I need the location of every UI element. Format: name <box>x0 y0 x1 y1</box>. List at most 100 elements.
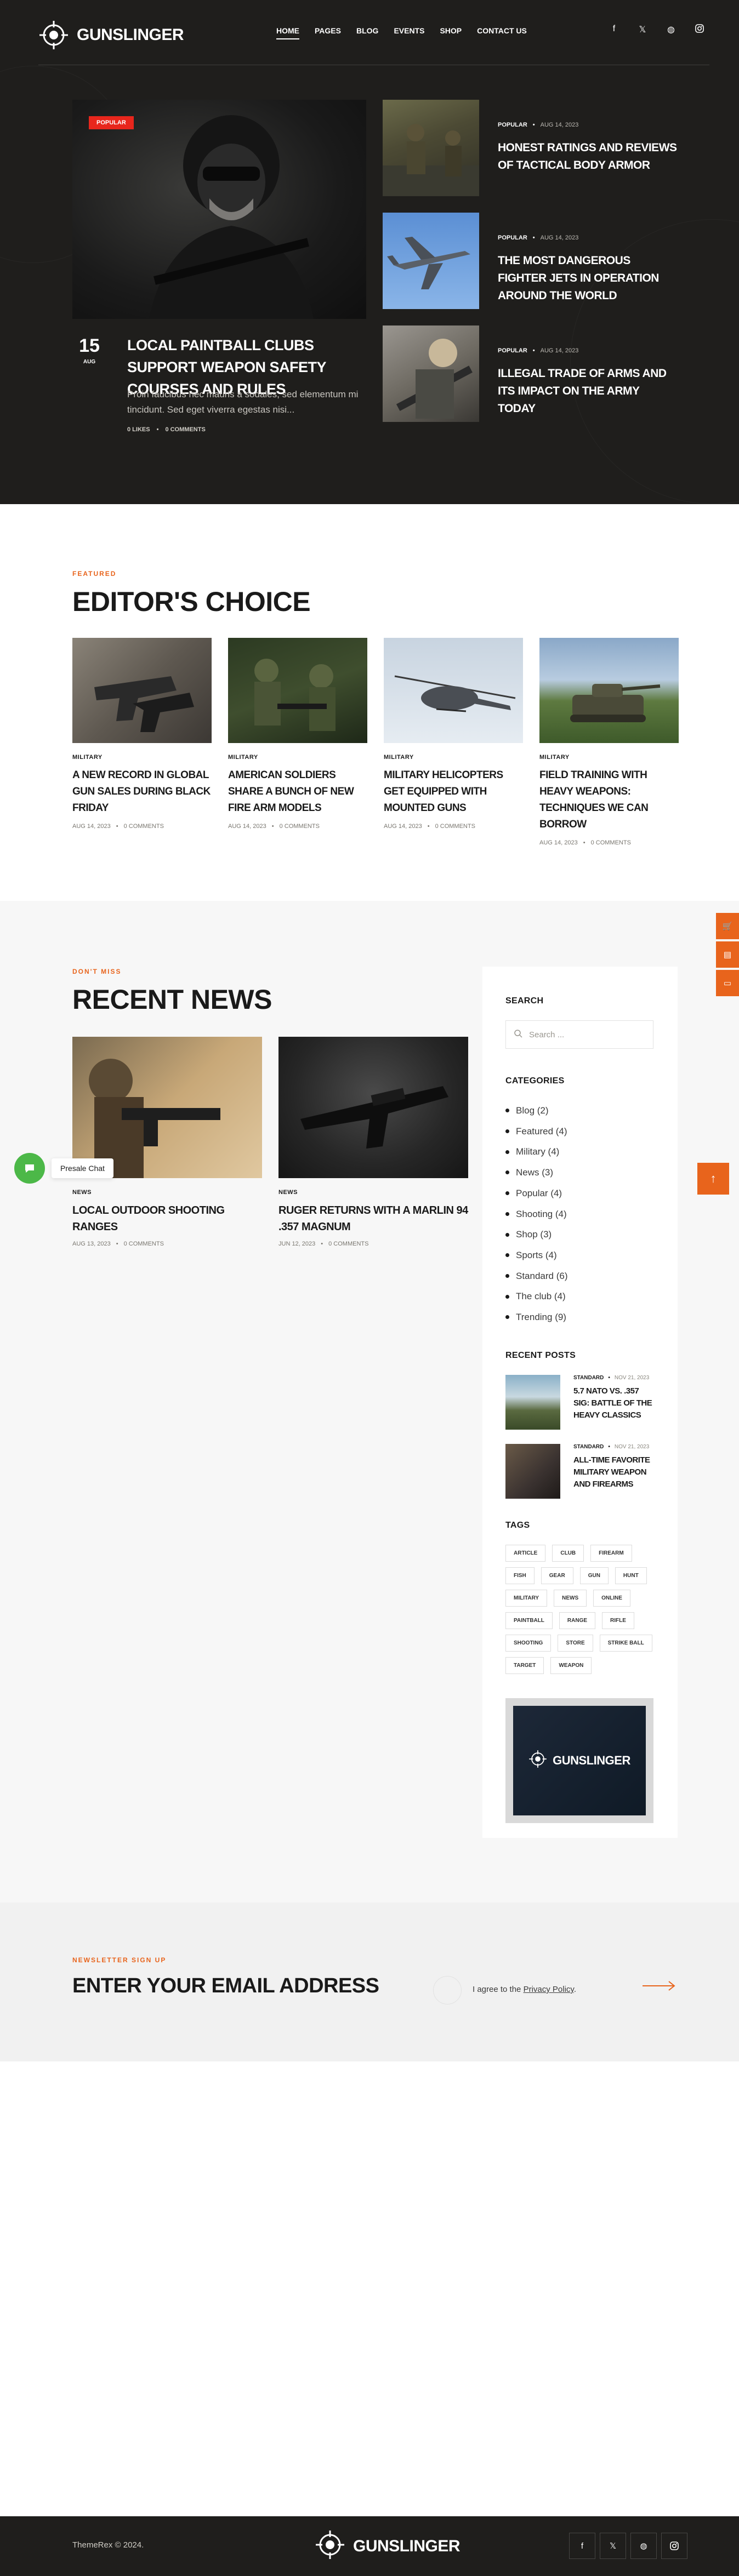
category-item[interactable]: Military (4) <box>505 1141 655 1162</box>
nav-blog[interactable]: BLOG <box>356 26 378 39</box>
side-post-title[interactable]: ILLEGAL TRADE OF ARMS AND ITS IMPACT ON … <box>498 365 679 418</box>
scroll-to-top-button[interactable]: ↑ <box>697 1163 729 1195</box>
post-category[interactable]: STANDARD <box>573 1444 604 1450</box>
side-post[interactable]: POPULAR • AUG 14, 2023 THE MOST DANGEROU… <box>383 213 679 309</box>
comments-count[interactable]: 0 COMMENTS <box>165 426 205 433</box>
post-card-image[interactable] <box>228 638 367 743</box>
post-card-title[interactable]: MILITARY HELICOPTERS GET EQUIPPED WITH M… <box>384 767 523 816</box>
comments-count[interactable]: 0 COMMENTS <box>280 823 320 830</box>
main-feature-post[interactable]: POPULAR 15 AUG LOCAL PAINTBALL CLUBS SUP… <box>72 100 366 433</box>
post-card[interactable]: MILITARY A NEW RECORD IN GLOBAL GUN SALE… <box>72 638 212 846</box>
post-category[interactable]: POPULAR <box>498 122 527 128</box>
likes-count[interactable]: 0 LIKES <box>127 426 150 433</box>
category-item[interactable]: Shop (3) <box>505 1224 655 1245</box>
post-card[interactable]: MILITARY FIELD TRAINING WITH HEAVY WEAPO… <box>539 638 679 846</box>
post-category[interactable]: POPULAR <box>498 235 527 241</box>
post-card[interactable]: NEWS LOCAL OUTDOOR SHOOTING RANGES AUG 1… <box>72 1037 262 1247</box>
search-input[interactable]: Search ... <box>505 1020 653 1049</box>
side-post-image[interactable] <box>383 213 479 309</box>
dribbble-icon[interactable]: ◍ <box>630 2533 657 2559</box>
post-category[interactable]: NEWS <box>278 1189 468 1196</box>
banner-image[interactable]: GUNSLINGER <box>513 1705 646 1815</box>
category-item[interactable]: Standard (6) <box>505 1266 655 1287</box>
side-post-image[interactable] <box>383 325 479 422</box>
tag-link[interactable]: CLUB <box>552 1544 584 1562</box>
category-item[interactable]: News (3) <box>505 1162 655 1183</box>
tag-link[interactable]: WEAPON <box>550 1657 592 1674</box>
tag-link[interactable]: STORE <box>558 1634 593 1652</box>
post-category[interactable]: MILITARY <box>228 754 367 761</box>
nav-events[interactable]: EVENTS <box>394 26 424 39</box>
post-category[interactable]: MILITARY <box>72 754 212 761</box>
site-logo[interactable]: GUNSLINGER <box>38 20 184 50</box>
recent-post-thumb[interactable] <box>505 1374 560 1430</box>
privacy-checkbox[interactable] <box>433 1976 462 2004</box>
category-item[interactable]: Popular (4) <box>505 1183 655 1204</box>
tag-link[interactable]: STRIKE BALL <box>599 1634 652 1652</box>
comments-count[interactable]: 0 COMMENTS <box>591 839 631 846</box>
comments-count[interactable]: 0 COMMENTS <box>328 1241 368 1247</box>
recent-post-thumb[interactable] <box>505 1443 560 1499</box>
category-item[interactable]: Featured (4) <box>505 1121 655 1142</box>
post-card-image[interactable] <box>539 638 679 743</box>
search-icon[interactable] <box>514 1029 522 1040</box>
facebook-icon[interactable]: f <box>609 24 619 36</box>
post-card[interactable]: MILITARY MILITARY HELICOPTERS GET EQUIPP… <box>384 638 523 846</box>
tag-link[interactable]: ONLINE <box>593 1589 630 1607</box>
post-card-image[interactable] <box>384 638 523 743</box>
newsletter-title[interactable]: ENTER YOUR EMAIL ADDRESS <box>72 1973 379 1999</box>
tag-link[interactable]: FISH <box>505 1567 535 1584</box>
tag-link[interactable]: ARTICLE <box>505 1544 546 1562</box>
instagram-icon[interactable] <box>661 2533 687 2559</box>
post-category[interactable]: MILITARY <box>539 754 679 761</box>
category-item[interactable]: Trending (9) <box>505 1307 655 1328</box>
post-card-title[interactable]: A NEW RECORD IN GLOBAL GUN SALES DURING … <box>72 767 212 816</box>
post-category[interactable]: STANDARD <box>573 1375 604 1381</box>
side-post-image[interactable] <box>383 100 479 196</box>
post-category[interactable]: POPULAR <box>498 347 527 354</box>
tag-link[interactable]: FIREARM <box>590 1544 632 1562</box>
privacy-policy-link[interactable]: Privacy Policy <box>524 1985 574 1994</box>
post-card-title[interactable]: LOCAL OUTDOOR SHOOTING RANGES <box>72 1202 262 1235</box>
chat-label[interactable]: Presale Chat <box>52 1158 113 1178</box>
chat-icon[interactable] <box>14 1153 45 1184</box>
comments-count[interactable]: 0 COMMENTS <box>435 823 475 830</box>
recent-post-title[interactable]: 5.7 NATO VS. .357 SIG: BATTLE OF THE HEA… <box>573 1385 655 1421</box>
tag-link[interactable]: RANGE <box>559 1612 596 1629</box>
tag-link[interactable]: SHOOTING <box>505 1634 552 1652</box>
recent-post-item[interactable]: STANDARD • NOV 21, 2023 ALL-TIME FAVORITE … <box>505 1443 655 1499</box>
tag-link[interactable]: MILITARY <box>505 1589 548 1607</box>
tag-link[interactable]: GUN <box>579 1567 609 1584</box>
nav-shop[interactable]: SHOP <box>440 26 462 39</box>
post-card-title[interactable]: RUGER RETURNS WITH A MARLIN 94 .357 MAGN… <box>278 1202 468 1235</box>
category-item[interactable]: Sports (4) <box>505 1245 655 1266</box>
post-card-image[interactable] <box>72 638 212 743</box>
post-card-image[interactable] <box>278 1037 468 1178</box>
post-card-title[interactable]: FIELD TRAINING WITH HEAVY WEAPONS: TECHN… <box>539 767 679 833</box>
category-item[interactable]: The club (4) <box>505 1286 655 1307</box>
nav-contact-us[interactable]: CONTACT US <box>477 26 527 39</box>
comments-count[interactable]: 0 COMMENTS <box>124 1241 164 1247</box>
post-category[interactable]: MILITARY <box>384 754 523 761</box>
side-post[interactable]: POPULAR • AUG 14, 2023 HONEST RATINGS AN… <box>383 100 679 196</box>
tag-link[interactable]: PAINTBALL <box>505 1612 553 1629</box>
tag-link[interactable]: TARGET <box>505 1657 544 1674</box>
popular-badge[interactable]: POPULAR <box>89 116 134 129</box>
cart-icon[interactable]: 🛒 <box>716 913 739 939</box>
post-card-title[interactable]: AMERICAN SOLDIERS SHARE A BUNCH OF NEW F… <box>228 767 367 816</box>
tag-link[interactable]: RIFLE <box>602 1612 634 1629</box>
tag-link[interactable]: HUNT <box>615 1567 647 1584</box>
post-card[interactable]: MILITARY AMERICAN SOLDIERS SHARE A BUNCH… <box>228 638 367 846</box>
tag-link[interactable]: NEWS <box>554 1589 587 1607</box>
category-item[interactable]: Blog (2) <box>505 1100 655 1121</box>
x-icon[interactable]: 𝕏 <box>600 2533 626 2559</box>
post-card[interactable]: NEWS RUGER RETURNS WITH A MARLIN 94 .357… <box>278 1037 468 1247</box>
nav-pages[interactable]: PAGES <box>315 26 341 39</box>
side-post-title[interactable]: THE MOST DANGEROUS FIGHTER JETS IN OPERA… <box>498 252 679 305</box>
post-category[interactable]: NEWS <box>72 1189 262 1196</box>
demo-icon[interactable]: ▤ <box>716 941 739 968</box>
dribbble-icon[interactable]: ◍ <box>666 24 677 36</box>
submit-arrow-icon[interactable] <box>643 1979 677 1992</box>
recent-post-title[interactable]: ALL-TIME FAVORITE MILITARY WEAPON AND FI… <box>573 1454 655 1490</box>
side-post[interactable]: POPULAR • AUG 14, 2023 ILLEGAL TRADE OF … <box>383 325 679 422</box>
